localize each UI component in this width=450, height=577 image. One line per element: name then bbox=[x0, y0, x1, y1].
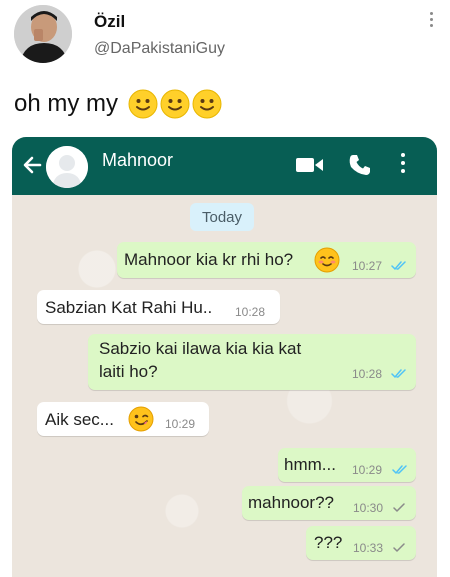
message-text-line-2: laiti ho? bbox=[99, 362, 158, 381]
message-text: Sabzian Kat Rahi Hu.. bbox=[45, 298, 213, 317]
tweet-header: Özil @DaPakistaniGuy bbox=[0, 0, 450, 76]
double-check-icon bbox=[391, 369, 406, 378]
message-bubble-outgoing[interactable]: Mahnoor kia kr rhi ho? 10:27 bbox=[117, 242, 416, 278]
double-check-icon bbox=[391, 261, 406, 270]
single-check-icon bbox=[393, 543, 405, 552]
smiling-face-icon bbox=[192, 89, 222, 119]
single-check-icon bbox=[393, 503, 405, 512]
message-text: hmm... bbox=[284, 455, 336, 474]
blush-emoji-icon bbox=[314, 247, 340, 273]
date-chip: Today bbox=[190, 203, 254, 231]
author-name[interactable]: Özil bbox=[94, 12, 125, 32]
chat-header: Mahnoor bbox=[12, 137, 437, 195]
message-bubble-outgoing[interactable]: mahnoor?? 10:30 bbox=[242, 486, 416, 520]
tweet-text: oh my my bbox=[14, 86, 222, 122]
message-time: 10:28 bbox=[235, 305, 266, 319]
back-arrow-icon[interactable] bbox=[22, 153, 42, 177]
message-bubble-outgoing[interactable]: ??? 10:33 bbox=[306, 526, 416, 560]
message-time: 10:27 bbox=[352, 259, 383, 273]
contact-name[interactable]: Mahnoor bbox=[102, 150, 173, 171]
message-bubble-outgoing[interactable]: Sabzio kai ilawa kia kia kat laiti ho? 1… bbox=[88, 334, 416, 390]
message-text: ??? bbox=[314, 533, 343, 552]
wink-emoji-icon bbox=[128, 406, 154, 432]
author-handle[interactable]: @DaPakistaniGuy bbox=[94, 40, 225, 58]
message-time: 10:33 bbox=[353, 541, 384, 555]
menu-icon[interactable] bbox=[401, 153, 405, 177]
message-time: 10:28 bbox=[352, 367, 383, 381]
double-check-icon bbox=[392, 465, 407, 474]
smiling-face-icon bbox=[160, 89, 190, 119]
contact-avatar[interactable] bbox=[46, 146, 88, 188]
smiling-face-icon bbox=[128, 89, 158, 119]
message-text-line-1: Sabzio kai ilawa kia kia kat bbox=[99, 339, 302, 358]
tweet-text-content: oh my my bbox=[14, 90, 119, 117]
message-bubble-outgoing[interactable]: hmm... 10:29 bbox=[278, 448, 416, 482]
message-text: Aik sec... bbox=[45, 410, 114, 429]
emoji-row bbox=[126, 89, 222, 119]
message-text: mahnoor?? bbox=[248, 493, 335, 512]
video-call-icon[interactable] bbox=[296, 156, 324, 174]
message-time: 10:30 bbox=[353, 501, 384, 515]
more-vertical-icon[interactable] bbox=[430, 12, 434, 30]
author-avatar[interactable] bbox=[14, 5, 72, 63]
message-time: 10:29 bbox=[352, 463, 383, 477]
whatsapp-screenshot: Mahnoor Today Mahnoor kia kr rhi ho? 10:… bbox=[12, 137, 437, 577]
message-text: Mahnoor kia kr rhi ho? bbox=[124, 250, 294, 269]
message-bubble-incoming[interactable]: Aik sec... 10:29 bbox=[37, 402, 209, 436]
message-time: 10:29 bbox=[165, 417, 196, 431]
message-bubble-incoming[interactable]: Sabzian Kat Rahi Hu.. 10:28 bbox=[37, 290, 280, 324]
phone-icon[interactable] bbox=[348, 153, 372, 177]
